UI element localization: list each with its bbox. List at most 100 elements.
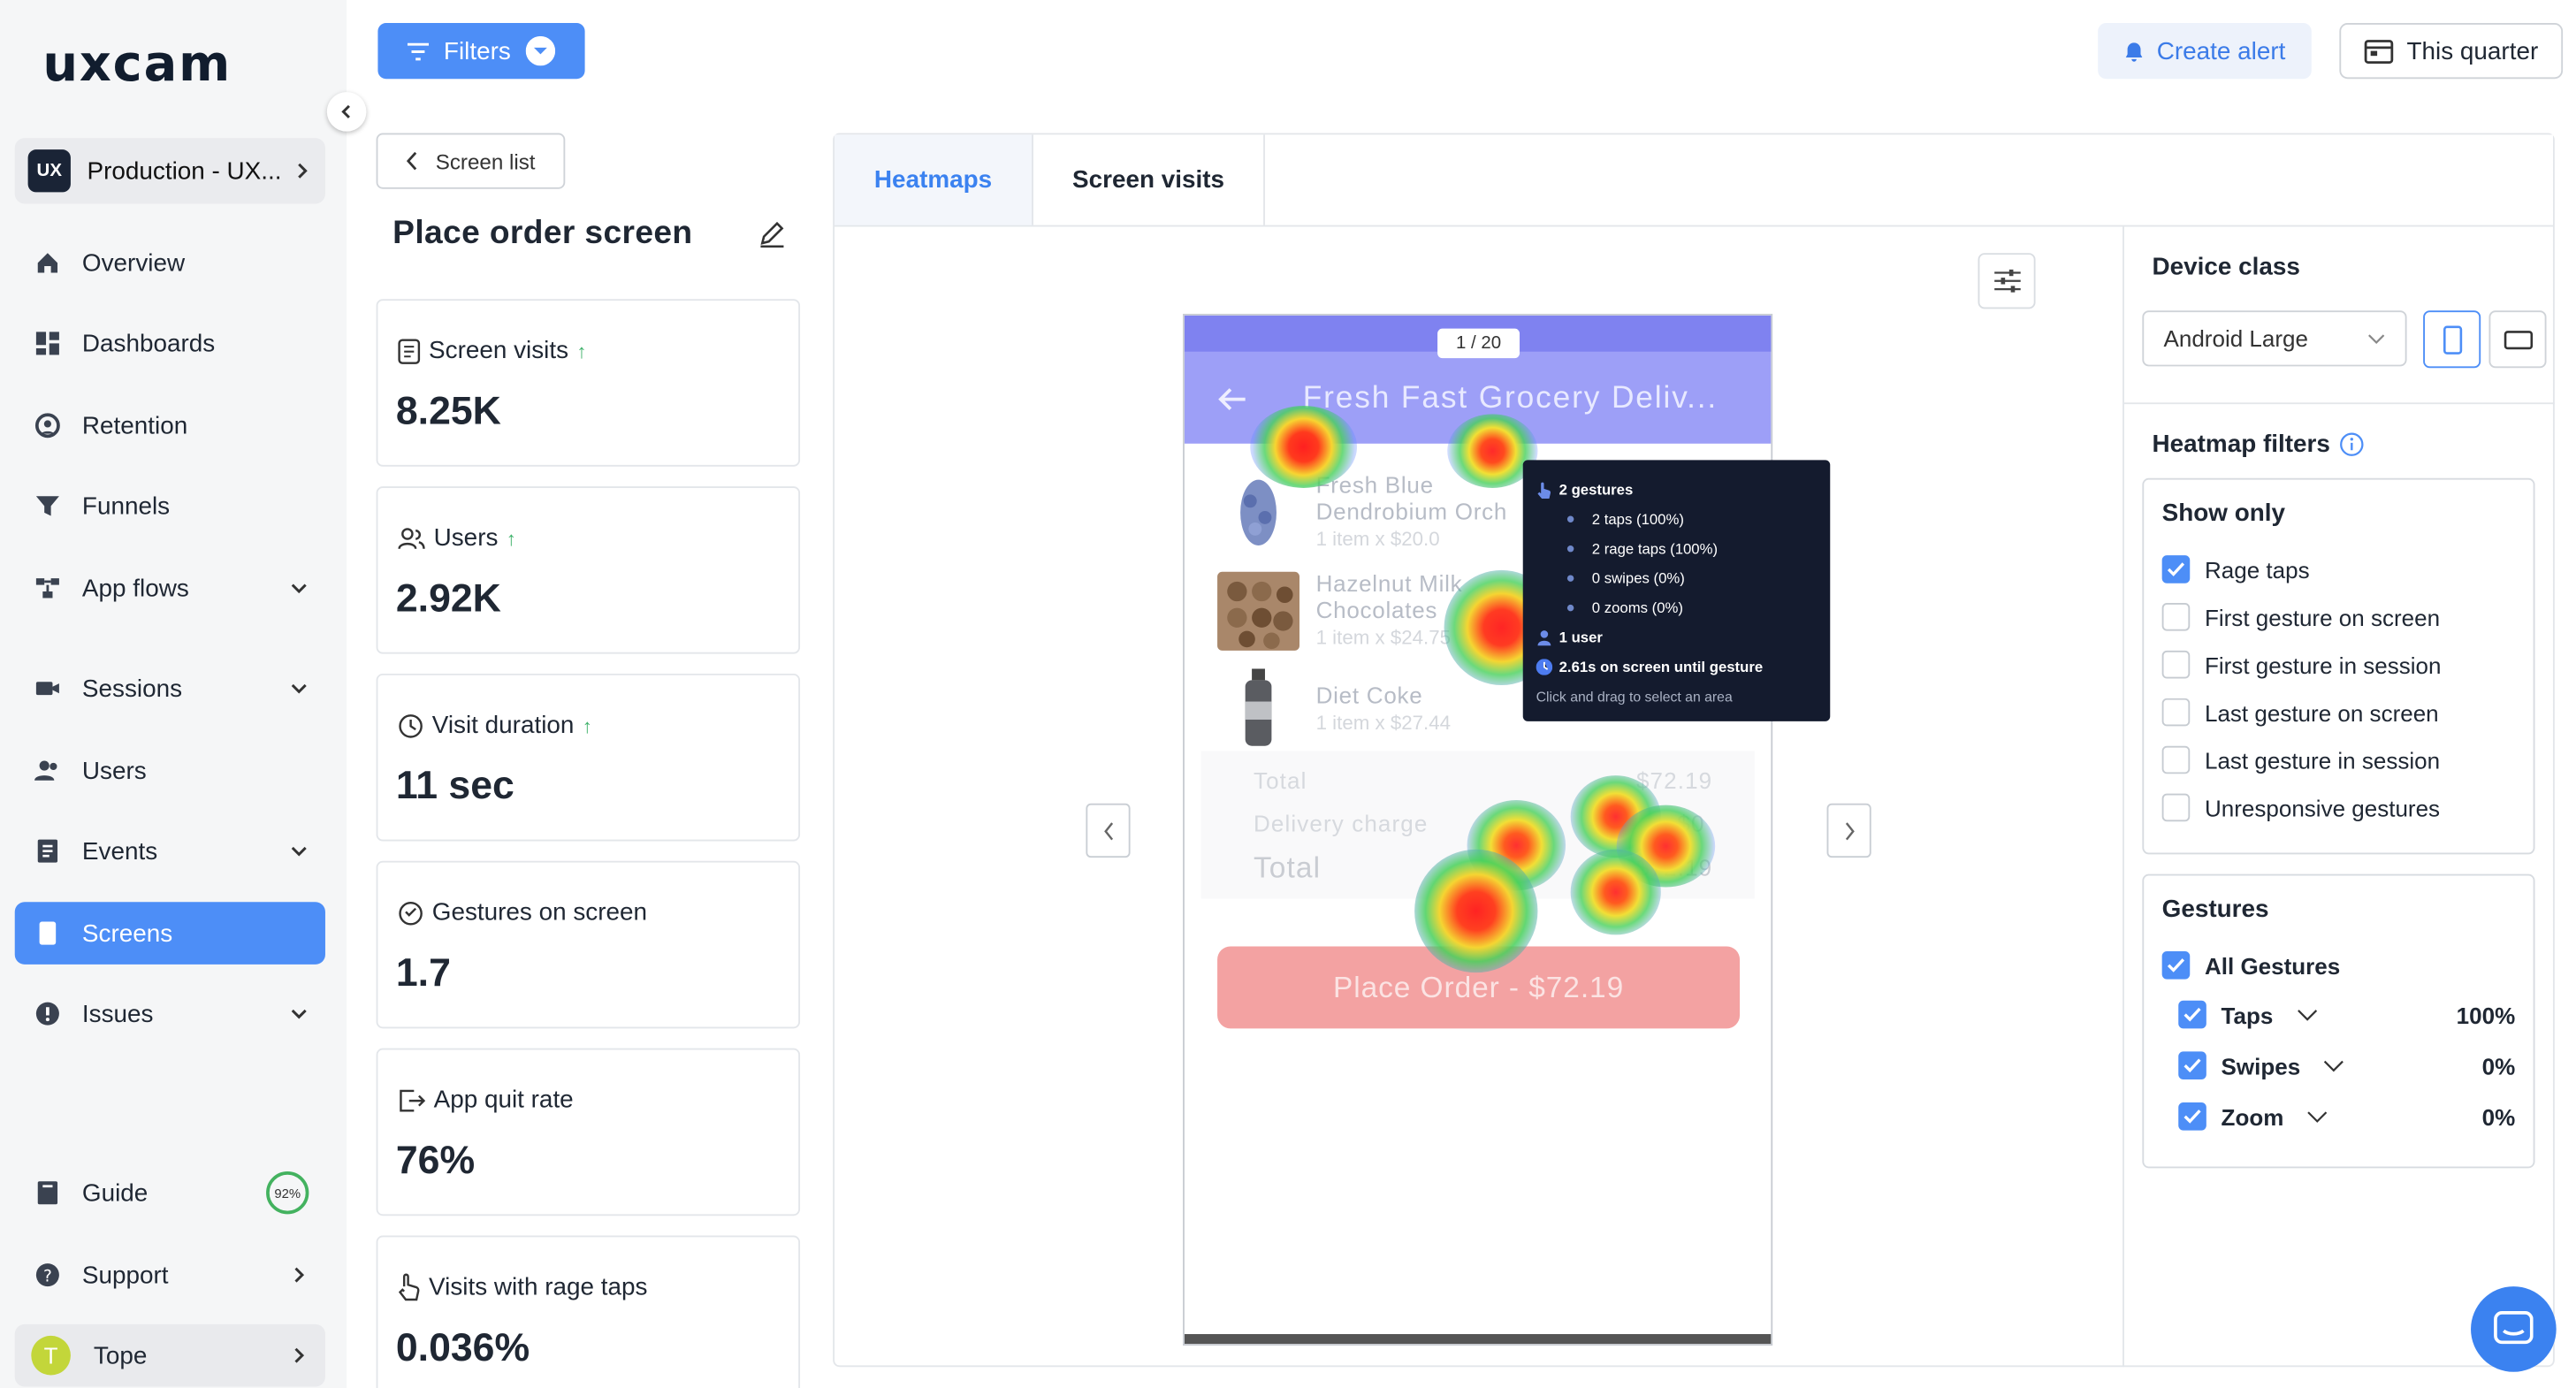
sidebar-item-overview[interactable]: Overview: [15, 232, 325, 294]
user-menu[interactable]: T Tope: [14, 1323, 325, 1387]
filter-last-gesture-screen[interactable]: Last gesture on screen: [2161, 689, 2516, 736]
chevron-left-icon: [341, 104, 350, 118]
trend-up-icon: ↑: [506, 526, 516, 550]
chevron-left-icon: [1103, 821, 1113, 840]
chevron-down-icon: [291, 846, 307, 857]
checkbox[interactable]: [2161, 793, 2191, 822]
chat-support-button[interactable]: [2471, 1286, 2557, 1372]
device-class-title: Device class: [2152, 253, 2300, 281]
uxcam-logo: uxcam: [42, 35, 232, 94]
checkbox-checked[interactable]: [2178, 1051, 2206, 1079]
chevron-down-icon[interactable]: [2323, 1059, 2344, 1072]
item-name: Hazelnut Milk: [1315, 569, 1463, 597]
tooltip-hint: Click and drag to select an area: [1536, 688, 1733, 705]
gesture-pct: 0%: [2481, 1052, 2516, 1079]
filter-first-gesture-screen[interactable]: First gesture on screen: [2161, 593, 2516, 641]
filter-unresponsive-gestures[interactable]: Unresponsive gestures: [2161, 783, 2516, 831]
calendar-icon: [2364, 40, 2394, 65]
checkbox-checked[interactable]: [2161, 555, 2191, 583]
metric-value: 76%: [395, 1138, 476, 1184]
chevron-right-icon: [294, 1267, 305, 1283]
sidebar-item-label: Dashboards: [81, 329, 216, 358]
edit-icon[interactable]: [758, 220, 787, 249]
tab-screen-visits[interactable]: Screen visits: [1033, 134, 1265, 225]
gesture-taps[interactable]: Taps 100%: [2162, 989, 2515, 1041]
tooltip-zooms: 0 zooms (0%): [1591, 599, 1683, 616]
sidebar-item-label: Issues: [81, 999, 154, 1028]
metric-value: 11 sec: [395, 764, 514, 809]
next-screenshot-button[interactable]: [1826, 803, 1871, 858]
sidebar-item-dashboards[interactable]: Dashboards: [15, 312, 325, 375]
screen-list-button[interactable]: Screen list: [376, 133, 566, 189]
sidebar-item-events[interactable]: Events: [15, 820, 325, 882]
checkbox-checked[interactable]: [2161, 951, 2191, 980]
metric-label: Users: [433, 523, 499, 553]
checkbox[interactable]: [2161, 603, 2191, 631]
clock-icon: [1536, 659, 1553, 675]
sidebar-item-screens[interactable]: Screens: [14, 902, 325, 965]
sidebar-item-funnels[interactable]: Funnels: [15, 475, 325, 538]
subtotal-value: $72.19: [1635, 766, 1713, 794]
filter-label: First gesture on screen: [2204, 603, 2441, 630]
checkbox[interactable]: [2161, 698, 2191, 727]
collapse-sidebar-button[interactable]: [326, 92, 367, 132]
checkbox[interactable]: [2161, 650, 2191, 679]
portrait-orientation-button[interactable]: [2423, 310, 2481, 369]
sidebar-item-label: Screens: [81, 919, 173, 948]
sessions-icon: [31, 672, 64, 705]
page-title: Place order screen: [392, 215, 693, 252]
sidebar-item-retention[interactable]: Retention: [15, 394, 325, 457]
date-range-button[interactable]: This quarter: [2339, 23, 2564, 80]
all-gestures-toggle[interactable]: All Gestures: [2161, 942, 2516, 989]
project-switcher[interactable]: UX Production - UX...: [14, 138, 325, 204]
gesture-icon: [399, 901, 423, 925]
metric-card-app-quit-rate: App quit rate 76%: [376, 1048, 801, 1216]
filters-label: Filters: [443, 36, 511, 65]
cart-item: Fresh Blue Dendrobium Orch 1 item x $20.…: [1316, 471, 1508, 550]
sidebar-item-issues[interactable]: Issues: [15, 982, 325, 1045]
filter-icon: [408, 42, 430, 60]
screen-visits-icon: [398, 338, 421, 363]
hand-tap-icon: [398, 1273, 420, 1301]
device-class-select[interactable]: Android Large: [2142, 310, 2407, 367]
retention-icon: [31, 409, 64, 442]
landscape-orientation-button[interactable]: [2488, 310, 2547, 369]
filter-first-gesture-session[interactable]: First gesture in session: [2161, 641, 2516, 689]
chevron-down-icon: [291, 583, 307, 594]
sidebar-item-sessions[interactable]: Sessions: [15, 657, 325, 720]
home-icon: [31, 247, 64, 279]
sidebar-item-support[interactable]: ? Support: [15, 1244, 325, 1307]
sidebar-item-app-flows[interactable]: App flows: [15, 557, 325, 620]
sidebar-item-guide[interactable]: Guide 92%: [15, 1162, 325, 1224]
grand-total-value: $72.19: [1635, 854, 1713, 881]
previous-screenshot-button[interactable]: [1086, 803, 1131, 858]
hand-tap-icon: [1537, 481, 1551, 499]
chevron-down-icon[interactable]: [2296, 1008, 2317, 1021]
checkbox[interactable]: [2161, 745, 2191, 774]
gesture-label: Swipes: [2221, 1052, 2301, 1079]
gesture-zoom[interactable]: Zoom 0%: [2162, 1091, 2515, 1142]
sidebar-item-users[interactable]: Users: [15, 739, 325, 802]
trend-up-icon: ↑: [576, 339, 587, 362]
sidebar-item-label: App flows: [81, 574, 189, 603]
filters-button[interactable]: Filters: [377, 23, 585, 80]
tab-heatmaps[interactable]: Heatmaps: [835, 134, 1033, 225]
create-alert-label: Create alert: [2156, 36, 2286, 65]
sidebar-item-label: Events: [81, 836, 158, 866]
filter-label: First gesture in session: [2204, 651, 2442, 678]
show-only-title: Show only: [2161, 499, 2286, 528]
heatmap-settings-button[interactable]: [1978, 253, 2036, 309]
checkbox-checked[interactable]: [2178, 1000, 2206, 1029]
create-alert-button[interactable]: Create alert: [2098, 23, 2312, 80]
timer-icon: [399, 713, 423, 737]
info-icon[interactable]: [2340, 432, 2365, 457]
chevron-right-icon: [294, 1347, 305, 1363]
filter-last-gesture-session[interactable]: Last gesture in session: [2161, 736, 2516, 784]
gesture-swipes[interactable]: Swipes 0%: [2162, 1040, 2516, 1091]
sidebar-item-label: Guide: [81, 1178, 149, 1207]
checkbox-checked[interactable]: [2178, 1102, 2206, 1131]
users-outline-icon: [398, 527, 425, 549]
metric-card-visit-duration: Visit duration ↑ 11 sec: [376, 673, 801, 842]
chevron-down-icon[interactable]: [2306, 1110, 2328, 1123]
filter-rage-taps[interactable]: Rage taps: [2161, 545, 2516, 593]
